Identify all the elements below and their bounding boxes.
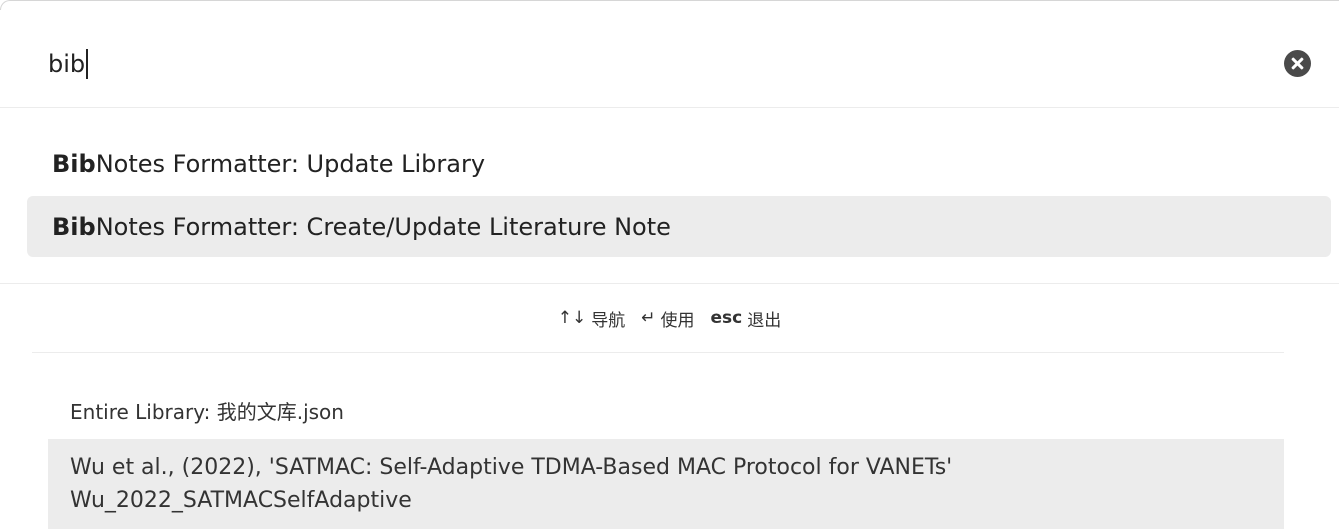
suggestion-label: Notes Formatter: Update Library — [95, 149, 486, 178]
suggestion-match: Bib — [52, 149, 96, 178]
search-input[interactable]: bib — [48, 44, 1248, 84]
instruction-label: 导航 — [591, 310, 626, 331]
arrows-icon: ↑↓ — [557, 308, 587, 328]
library-label: Entire Library: 我的文库.json — [70, 400, 344, 424]
search-bar: bib — [0, 0, 1339, 108]
esc-key: esc — [710, 308, 743, 328]
library-result-item[interactable]: Wu et al., (2022), 'SATMAC: Self-Adaptiv… — [48, 439, 1284, 529]
suggestion-label: Notes Formatter: Create/Update Literatur… — [95, 212, 671, 241]
suggestion-match: Bib — [52, 212, 96, 241]
instruction-use: ↵ 使用 — [641, 306, 694, 331]
text-caret — [86, 49, 89, 79]
suggestion-item[interactable]: Bib Notes Formatter: Update Library — [27, 133, 1331, 194]
instruction-label: 使用 — [660, 310, 695, 331]
instruction-navigate: ↑↓ 导航 — [558, 306, 626, 331]
divider — [0, 283, 1339, 284]
divider — [32, 352, 1284, 353]
instruction-label: 退出 — [747, 310, 782, 331]
instruction-exit: esc 退出 — [711, 306, 782, 331]
enter-icon: ↵ — [641, 308, 656, 328]
suggestion-item-selected[interactable]: Bib Notes Formatter: Create/Update Litera… — [27, 196, 1331, 257]
result-title: Wu et al., (2022), 'SATMAC: Self-Adaptiv… — [70, 455, 953, 480]
keyboard-instructions: ↑↓ 导航 ↵ 使用 esc 退出 — [0, 303, 1339, 333]
search-input-value: bib — [48, 50, 86, 78]
result-citekey: Wu_2022_SATMACSelfAdaptive — [70, 488, 412, 513]
clear-search-button[interactable] — [1284, 50, 1311, 77]
